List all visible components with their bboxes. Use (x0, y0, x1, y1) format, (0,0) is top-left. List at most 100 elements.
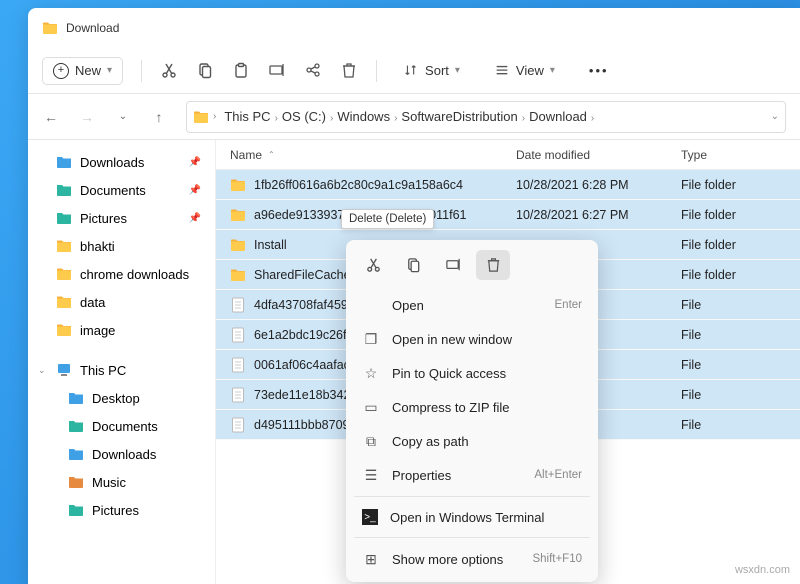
sidebar-item-label: data (80, 295, 105, 310)
sidebar-item[interactable]: Documents (28, 412, 215, 440)
sidebar-item[interactable]: Desktop (28, 384, 215, 412)
address-bar[interactable]: › This PC›OS (C:)›Windows›SoftwareDistri… (186, 101, 786, 133)
delete-tooltip: Delete (Delete) (341, 209, 434, 229)
up-button[interactable]: ↑ (150, 109, 168, 125)
sidebar-item[interactable]: Downloads 📌 (28, 148, 215, 176)
folder-icon (56, 182, 72, 198)
chevron-down-icon: ▾ (107, 65, 112, 76)
file-name: 1fb26ff0616a6b2c80c9a1c9a158a6c4 (254, 178, 463, 192)
menu-separator (354, 537, 590, 538)
props-icon: ☰ (362, 466, 380, 484)
plus-icon: + (53, 63, 69, 79)
menu-item[interactable]: >_Open in Windows Terminal (352, 501, 592, 533)
file-icon (230, 297, 246, 313)
delete-button[interactable] (340, 62, 358, 80)
sidebar-item-label: Pictures (92, 503, 139, 518)
sidebar-item[interactable]: Pictures 📌 (28, 204, 215, 232)
paste-button[interactable] (232, 62, 250, 80)
context-mini-toolbar (352, 246, 592, 288)
file-type: File folder (681, 238, 800, 252)
navigation-pane[interactable]: Downloads📌Documents📌Pictures📌bhaktichrom… (28, 140, 216, 584)
sidebar-item-thispc[interactable]: ⌄ This PC (28, 356, 215, 384)
menu-item[interactable]: ⊞Show more optionsShift+F10 (352, 542, 592, 576)
rename-button[interactable] (268, 62, 286, 80)
ctx-delete-button[interactable] (476, 250, 510, 280)
navigation-row: ← → ⌄ ↑ › This PC›OS (C:)›Windows›Softwa… (28, 94, 800, 140)
menu-item[interactable]: ☆Pin to Quick access (352, 356, 592, 390)
breadcrumb-segment[interactable]: OS (C:) (278, 107, 330, 126)
folder-icon (230, 207, 246, 223)
folder-icon (68, 474, 84, 490)
new-button[interactable]: + New ▾ (42, 57, 123, 85)
breadcrumb-segment[interactable]: Windows (333, 107, 394, 126)
sidebar-item[interactable]: Pictures (28, 496, 215, 524)
breadcrumb-segment[interactable]: This PC (220, 107, 274, 126)
pin-icon: 📌 (189, 157, 201, 168)
menu-accelerator: Shift+F10 (532, 553, 582, 565)
more-button[interactable]: ••• (581, 58, 617, 83)
folder-icon (193, 109, 209, 125)
terminal-icon: >_ (362, 509, 378, 525)
file-row[interactable]: a96ede9133937af1ca9e872c5c011f6110/28/20… (216, 200, 800, 230)
share-button[interactable] (304, 62, 322, 80)
folder-icon (68, 446, 84, 462)
menu-item[interactable]: ☰PropertiesAlt+Enter (352, 458, 592, 492)
folder-icon (56, 294, 72, 310)
menu-item-label: Compress to ZIP file (392, 400, 510, 415)
chevron-down-icon[interactable]: ⌄ (771, 111, 779, 122)
menu-item[interactable]: ▭Compress to ZIP file (352, 390, 592, 424)
cut-button[interactable] (160, 62, 178, 80)
column-name[interactable]: Name⌃ (216, 148, 516, 162)
back-button[interactable]: ← (42, 109, 60, 125)
sidebar-item-label: Downloads (92, 447, 156, 462)
new-label: New (75, 63, 101, 78)
sidebar-item[interactable]: Downloads (28, 440, 215, 468)
file-type: File folder (681, 178, 800, 192)
chevron-right-icon: › (213, 111, 216, 122)
folder-icon (230, 237, 246, 253)
file-row[interactable]: 1fb26ff0616a6b2c80c9a1c9a158a6c410/28/20… (216, 170, 800, 200)
breadcrumb-segment[interactable]: SoftwareDistribution (397, 107, 521, 126)
copy-button[interactable] (196, 62, 214, 80)
view-button[interactable]: View ▾ (486, 58, 563, 84)
ctx-cut-button[interactable] (356, 250, 390, 280)
watermark: wsxdn.com (735, 564, 790, 576)
sort-button[interactable]: Sort ▾ (395, 58, 468, 84)
column-type[interactable]: Type (681, 148, 800, 162)
ctx-copy-button[interactable] (396, 250, 430, 280)
pin-icon: 📌 (189, 213, 201, 224)
path-icon: ⧉ (362, 432, 380, 450)
file-name: SharedFileCache (254, 268, 351, 282)
folder-icon (68, 390, 84, 406)
sidebar-item[interactable]: data (28, 288, 215, 316)
forward-button[interactable]: → (78, 109, 96, 125)
menu-item[interactable]: OpenEnter (352, 288, 592, 322)
file-type: File (681, 298, 800, 312)
sidebar-item[interactable]: bhakti (28, 232, 215, 260)
menu-item[interactable]: ❐Open in new window (352, 322, 592, 356)
sidebar-item-label: Downloads (80, 155, 144, 170)
column-date[interactable]: Date modified (516, 148, 681, 162)
sidebar-item[interactable]: chrome downloads (28, 260, 215, 288)
folder-icon (230, 267, 246, 283)
sidebar-item-label: Pictures (80, 211, 127, 226)
menu-item[interactable]: ⧉Copy as path (352, 424, 592, 458)
breadcrumb-segment[interactable]: Download (525, 107, 591, 126)
file-icon (230, 357, 246, 373)
file-list: Name⌃ Date modified Type 1fb26ff0616a6b2… (216, 140, 800, 584)
ctx-rename-button[interactable] (436, 250, 470, 280)
sidebar-item-label: Music (92, 475, 126, 490)
folder-icon (56, 210, 72, 226)
sidebar-item[interactable]: image (28, 316, 215, 344)
folder-icon (56, 238, 72, 254)
sidebar-item[interactable]: Documents📌 (28, 176, 215, 204)
file-icon (230, 417, 246, 433)
chevron-right-icon: › (591, 113, 594, 124)
view-label: View (516, 63, 544, 78)
toolbar: + New ▾ Sort ▾ View ▾ ••• (28, 48, 800, 94)
sidebar-item[interactable]: Music (28, 468, 215, 496)
recent-button[interactable]: ⌄ (114, 111, 132, 122)
column-headers: Name⌃ Date modified Type (216, 140, 800, 170)
file-type: File (681, 418, 800, 432)
pin-icon: 📌 (189, 185, 201, 196)
